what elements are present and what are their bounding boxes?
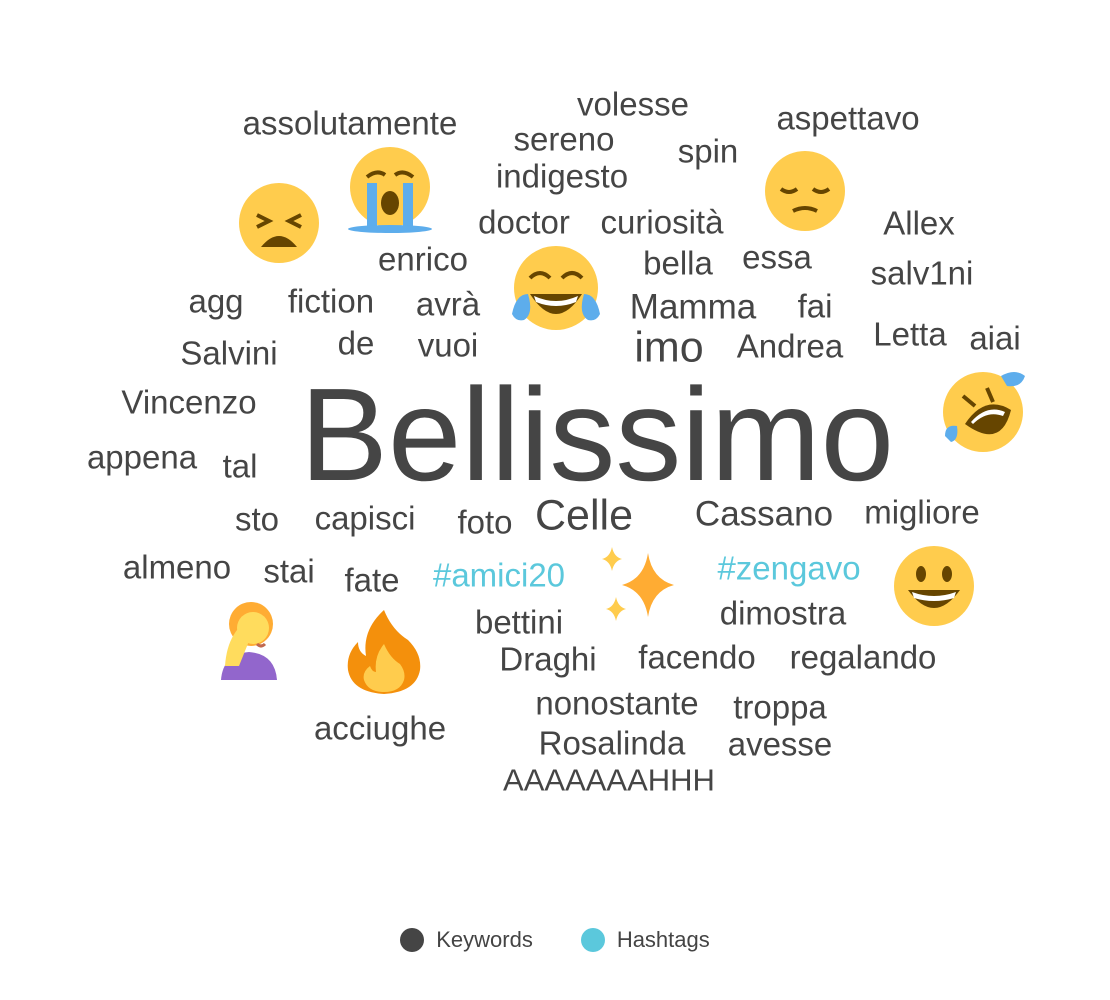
keyword: almeno [122,548,232,586]
weary-face-icon [239,183,319,263]
keyword: enrico [378,240,468,278]
keyword: Rosalinda [538,724,686,762]
keyword: fate [344,561,400,599]
keyword: facendo [638,638,756,676]
hashtag: #zengavo [717,549,861,587]
hashtags-dot [580,928,605,952]
keyword: Letta [873,315,947,353]
keyword: spin [677,132,739,170]
sparkles-icon [602,547,674,621]
keywords-dot [400,928,425,952]
fire-icon [347,610,421,694]
rolling-on-floor-laughing-icon [943,372,1025,452]
keyword: appena [86,438,198,476]
keyword: vuoi [417,326,479,364]
keyword: stai [263,552,315,590]
pensive-face-icon [765,151,845,231]
word-cloud: Bellissimo volesse assolutamente sereno … [0,0,1110,900]
keyword: acciughe [313,709,447,747]
legend-hashtags-label: Hashtags [616,927,710,952]
legend: Keywords Hashtags [0,920,1110,960]
keyword: indigesto [495,157,629,195]
grinning-face-icon [894,546,974,626]
keyword: Andrea [736,327,844,365]
loudly-crying-face-icon [348,147,432,233]
keyword: dimostra [719,594,847,632]
keyword: Celle [535,491,633,540]
hashtag: #amici20 [432,556,566,594]
keyword: troppa [733,688,827,726]
keyword: volesse [577,85,689,123]
keyword: sto [234,500,280,538]
keyword: de [337,324,375,362]
keyword: Draghi [499,640,597,678]
keyword: AAAAAAAHHH [503,762,715,798]
keyword: Bellissimo [299,361,895,508]
legend-item-hashtags[interactable]: Hashtags [580,927,710,953]
keyword: Salvini [180,334,278,372]
keyword: Vincenzo [121,383,257,421]
keyword: essa [742,238,812,276]
keyword: salv1ni [870,254,974,292]
keyword: foto [457,503,513,541]
keyword: Cassano [694,494,834,534]
keyword: capisci [314,499,416,537]
keyword: assolutamente [242,104,458,142]
keyword: sereno [513,120,615,158]
keyword: doctor [478,203,570,241]
keyword: fiction [287,282,375,320]
legend-keywords-label: Keywords [436,927,533,952]
woman-facepalming-icon [221,602,277,680]
face-with-tears-of-joy-icon [512,246,600,330]
keyword: bella [643,244,713,282]
keyword: bettini [474,603,564,641]
keyword: Mamma [629,287,757,327]
legend-item-keywords[interactable]: Keywords [400,927,533,953]
keyword: aiai [969,319,1021,357]
keyword: imo [634,323,704,372]
keyword: regalando [789,638,937,676]
keyword: agg [188,282,244,320]
keyword: curiosità [600,203,724,241]
keyword: migliore [864,493,980,531]
keyword: aspettavo [776,99,920,137]
keyword: avrà [415,285,481,323]
keyword: tal [222,447,258,485]
keyword: nonostante [535,684,699,722]
keyword: fai [797,287,833,325]
keyword: avesse [727,725,833,763]
keyword: Allex [883,204,955,242]
